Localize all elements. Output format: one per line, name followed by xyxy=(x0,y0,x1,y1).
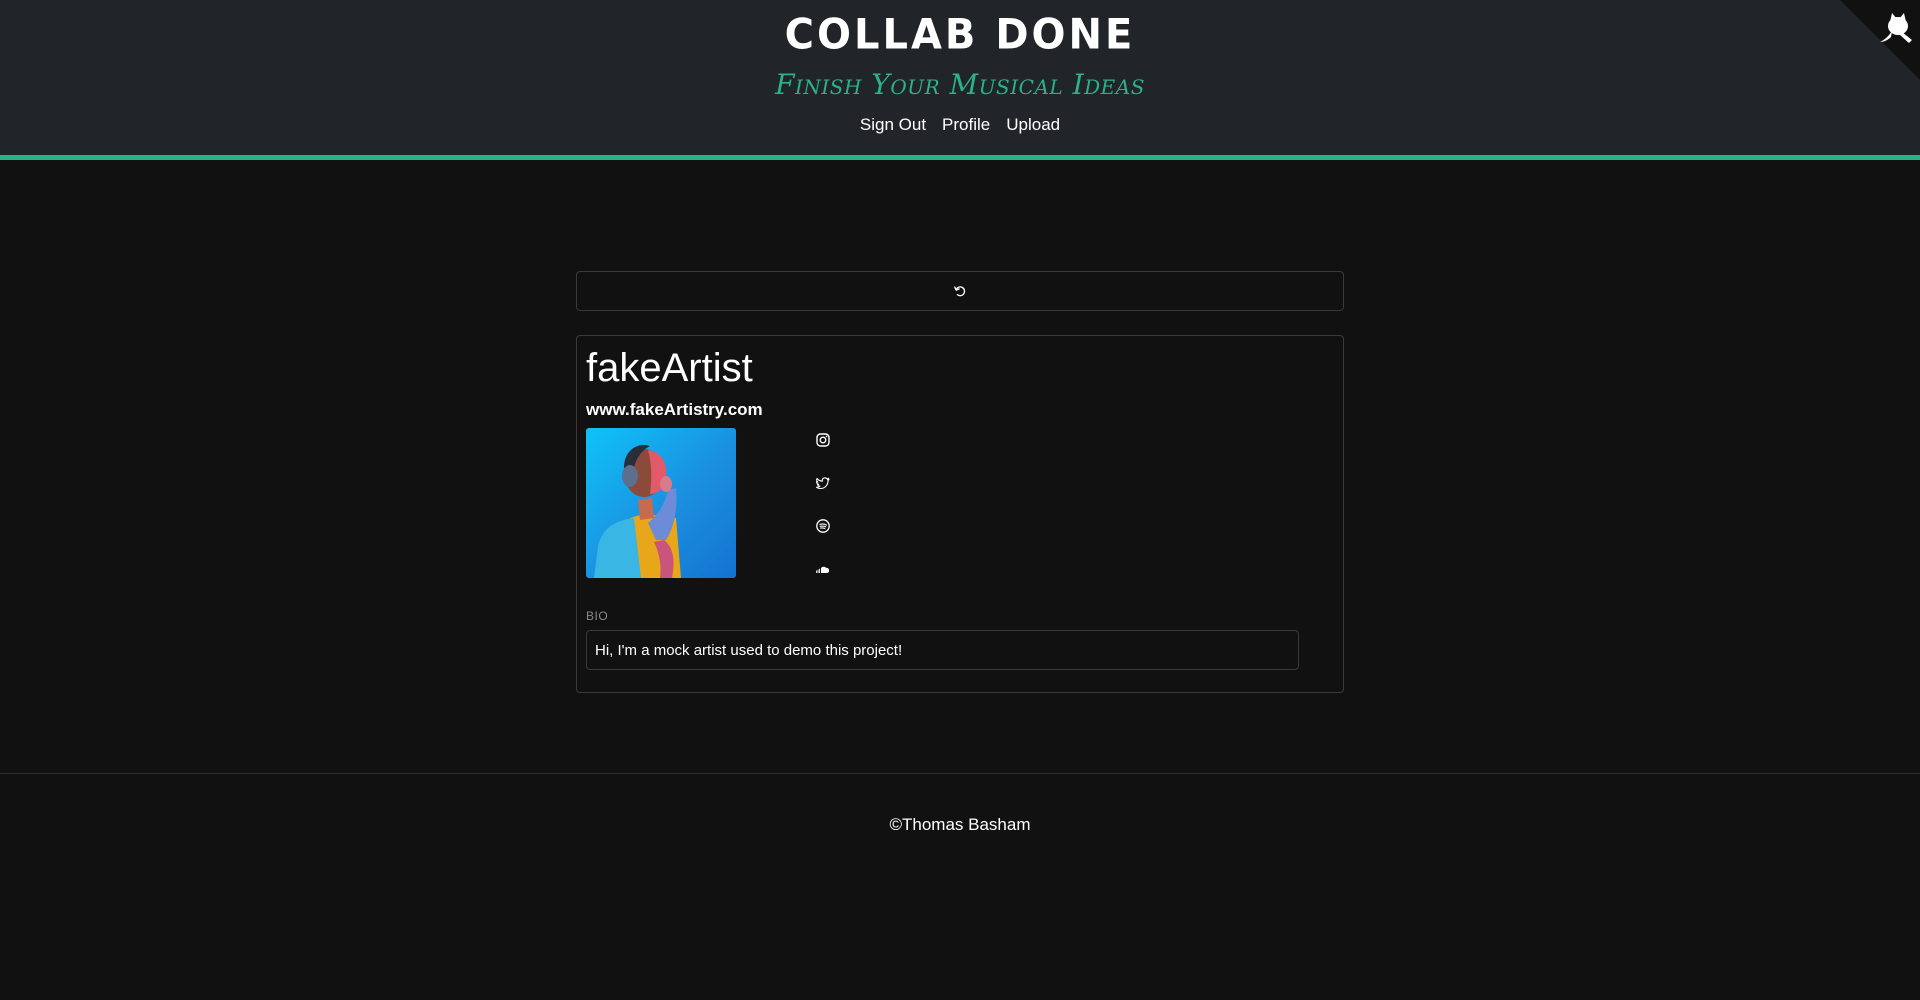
bio-label: BIO xyxy=(586,609,609,623)
github-corner-link[interactable] xyxy=(1840,0,1920,80)
brand-tagline: Finish Your Musical Ideas xyxy=(775,68,1145,101)
copyright-text: ©Thomas Basham xyxy=(889,815,1031,834)
instagram-icon[interactable] xyxy=(815,432,831,448)
social-links xyxy=(815,432,835,604)
refresh-button[interactable] xyxy=(576,271,1344,311)
profile-card: fakeArtist www.fakeArtistry.com BIO Hi, … xyxy=(576,335,1344,693)
spotify-icon[interactable] xyxy=(815,518,831,534)
brand-title[interactable]: COLLAB DONE xyxy=(0,11,1920,59)
artist-name: fakeArtist xyxy=(586,346,753,390)
artist-website-link[interactable]: www.fakeArtistry.com xyxy=(586,400,763,420)
main-nav: Sign Out Profile Upload xyxy=(0,115,1920,135)
artist-avatar xyxy=(586,428,736,578)
github-octocat-icon xyxy=(1840,0,1920,80)
site-header: COLLAB DONE Finish Your Musical Ideas Si… xyxy=(0,0,1920,160)
artist-photo xyxy=(594,444,681,578)
bio-field[interactable]: Hi, I'm a mock artist used to demo this … xyxy=(586,630,1299,670)
soundcloud-icon[interactable] xyxy=(815,561,831,577)
twitter-icon[interactable] xyxy=(815,475,831,491)
nav-sign-out[interactable]: Sign Out xyxy=(860,115,926,135)
nav-upload[interactable]: Upload xyxy=(1006,115,1060,135)
refresh-icon xyxy=(954,286,966,297)
site-footer: ©Thomas Basham xyxy=(0,773,1920,1000)
nav-profile[interactable]: Profile xyxy=(942,115,990,135)
